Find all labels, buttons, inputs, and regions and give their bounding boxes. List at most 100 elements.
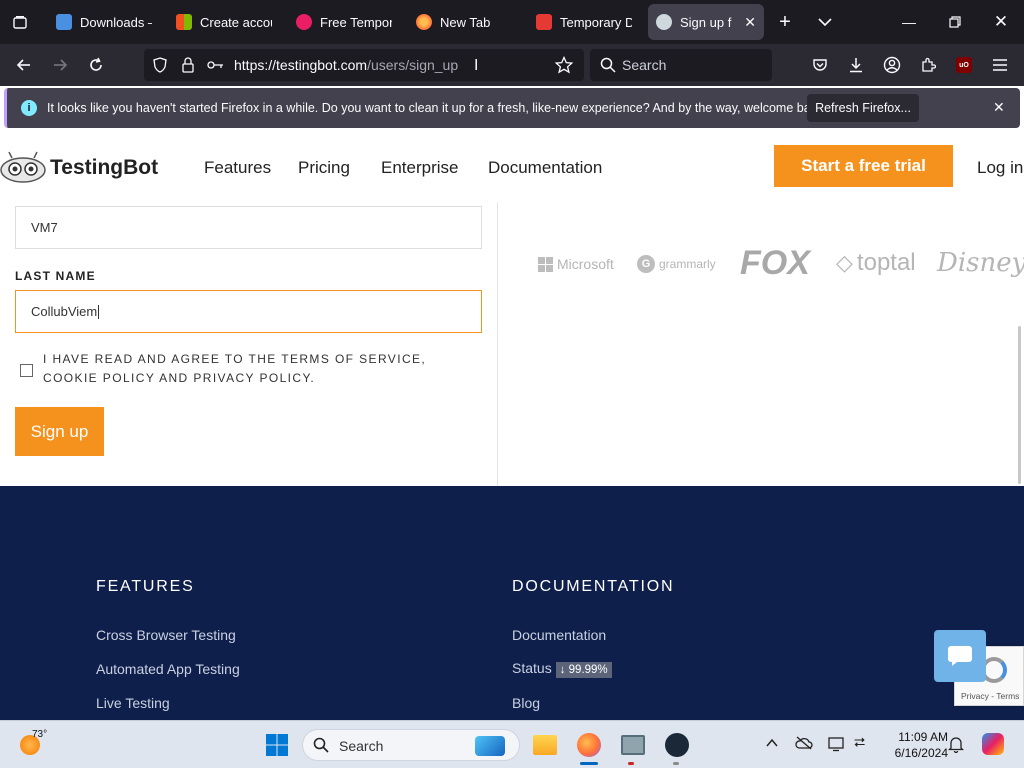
recaptcha-text[interactable]: Privacy - Terms [961,691,1019,701]
footer-link-live-testing[interactable]: Live Testing [96,695,170,711]
brand-label: grammarly [659,257,716,271]
refresh-firefox-button[interactable]: Refresh Firefox... [807,94,919,122]
brand-toptal: ◇ toptal [836,249,916,277]
nav-features[interactable]: Features [204,158,271,178]
tab-label: Create accoun [200,14,272,30]
tab-sign-up[interactable]: Sign up for ✕ [648,4,764,40]
file-explorer-icon[interactable] [530,730,560,760]
microsoft-logo-icon [538,256,553,272]
close-window-icon[interactable]: ✕ [978,0,1024,44]
first-name-value: VM7 [31,220,58,235]
pocket-icon[interactable] [808,53,832,77]
signup-form-area: VM7 LAST NAME CollubViem I HAVE READ AND… [0,202,1024,486]
account-icon[interactable] [880,53,904,77]
close-notification-icon[interactable]: ✕ [993,99,1005,116]
download-icon[interactable] [844,53,868,77]
login-link[interactable]: Log in [977,158,1023,178]
tracking-shield-icon[interactable] [148,53,172,77]
tab-new-tab[interactable]: New Tab [408,4,520,40]
ublock-origin-icon[interactable]: uO [952,53,976,77]
steam-icon[interactable] [662,730,692,760]
logo-text[interactable]: TestingBot [50,156,158,180]
url-text[interactable]: https://testingbot.com/users/sign_up [234,57,458,73]
restore-icon[interactable] [932,0,978,44]
brand-fox: FOX [740,244,810,283]
clock-date: 6/16/2024 [894,746,948,760]
browser-tab-bar: Downloads – Create accoun Free Tempora N… [0,0,1024,44]
info-icon: i [21,100,37,116]
status-label: Status [512,660,552,676]
start-free-trial-button[interactable]: Start a free trial [774,145,953,187]
footer-link-documentation[interactable]: Documentation [512,627,606,643]
extensions-icon[interactable] [916,53,940,77]
tab-label: Sign up for [680,14,732,30]
tab-downloads[interactable]: Downloads – [48,4,160,40]
toptal-logo-icon: ◇ [836,250,853,275]
site-header: TestingBot Features Pricing Enterprise D… [0,132,1024,202]
key-icon[interactable] [204,53,228,77]
tab-label: Free Tempora [320,14,392,30]
brand-label: FOX [740,244,810,282]
lock-icon[interactable] [176,53,200,77]
nav-documentation[interactable]: Documentation [488,158,602,178]
list-tabs-icon[interactable] [813,10,837,34]
chat-icon [948,646,972,666]
sign-up-button[interactable]: Sign up [15,407,104,456]
start-button-icon[interactable] [262,730,292,760]
nav-pricing[interactable]: Pricing [298,158,350,178]
search-bar[interactable]: Search [590,49,772,81]
remote-desktop-icon[interactable] [618,730,648,760]
text-caret [98,304,100,319]
footer-link-cross-browser[interactable]: Cross Browser Testing [96,627,236,643]
close-tab-icon[interactable]: ✕ [744,14,756,31]
app-indicator [673,762,679,765]
show-hidden-icons-icon[interactable] [766,735,778,753]
tempmail-icon [296,14,312,30]
back-icon[interactable] [12,53,36,77]
tab-create-account[interactable]: Create accoun [168,4,280,40]
tab-label: Temporary Dir [560,14,632,30]
display-icon[interactable] [828,736,846,757]
mail-icon [536,14,552,30]
footer-link-blog[interactable]: Blog [512,695,540,711]
menu-icon[interactable] [988,53,1012,77]
chat-widget-button[interactable] [934,630,986,682]
weather-widget[interactable]: 73° [18,729,68,759]
system-clock[interactable]: 11:09 AM 6/16/2024 [880,729,948,761]
copilot-icon[interactable] [982,733,1004,755]
taskbar-search[interactable]: Search [302,729,520,761]
url-path: /users/sign_up [367,57,459,73]
tab-label: New Tab [440,14,491,30]
firefox-refresh-notification: i It looks like you haven't started Fire… [4,88,1020,128]
footer-link-automated-app[interactable]: Automated App Testing [96,661,240,677]
weather-temp: 73° [32,729,48,740]
windows-taskbar: 73° Search ⮂ 11:09 AM 6/16/2024 [0,720,1024,768]
testingbot-icon [656,14,672,30]
notifications-bell-icon[interactable] [947,735,965,758]
firefox-active-indicator [580,762,598,765]
reload-icon[interactable] [84,53,108,77]
page-scrollbar[interactable] [1018,326,1021,484]
text-cursor-icon: I [474,57,479,74]
url-bar[interactable]: https://testingbot.com/users/sign_up I [144,49,584,81]
firefox-taskbar-icon[interactable] [574,730,604,760]
brand-label: Microsoft [557,256,614,272]
tab-free-temporary[interactable]: Free Tempora [288,4,400,40]
bookmark-star-icon[interactable] [552,53,576,77]
terms-checkbox[interactable] [20,364,33,377]
onedrive-icon[interactable] [795,736,813,755]
tab-overview-icon[interactable] [8,10,32,34]
first-name-field[interactable]: VM7 [15,206,482,249]
tab-temporary-dir[interactable]: Temporary Dir [528,4,640,40]
last-name-field[interactable]: CollubViem [15,290,482,333]
microsoft-icon [176,14,192,30]
footer-link-status[interactable]: Status ↓ 99.99% [512,660,612,678]
forward-icon[interactable] [48,53,72,77]
language-icon[interactable]: ⮂ [854,734,865,751]
testingbot-logo-icon[interactable] [0,150,46,189]
terms-text[interactable]: I HAVE READ AND AGREE TO THE TERMS OF SE… [43,350,463,388]
new-tab-icon[interactable]: + [773,10,797,34]
nav-enterprise[interactable]: Enterprise [381,158,458,178]
minimize-icon[interactable]: — [886,0,932,44]
footer-features-heading: FEATURES [96,578,195,595]
